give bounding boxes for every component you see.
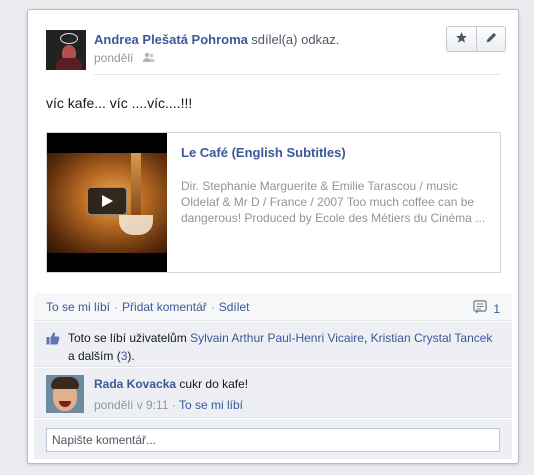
share-description: Dir. Stephanie Marguerite & Emilie Taras…	[181, 179, 486, 225]
commenter-name-link[interactable]: Rada Kovacka	[94, 377, 176, 391]
add-comment-link[interactable]: Přidat komentář	[122, 300, 207, 314]
comment-item: Rada Kovacka cukr do kafe! pondělí v 9:1…	[34, 368, 512, 418]
video-thumbnail[interactable]	[47, 133, 167, 272]
comment-text: cukr do kafe!	[179, 377, 249, 391]
comment-input[interactable]	[46, 428, 500, 452]
friends-audience-icon[interactable]	[142, 52, 155, 66]
share-body: Le Café (English Subtitles) Dir. Stephan…	[181, 145, 488, 226]
like-link[interactable]: To se mi líbí	[46, 300, 110, 314]
liker-link-2[interactable]: Kristian Crystal Tancek	[371, 331, 493, 345]
likes-prefix: Toto se líbí uživatelům	[68, 331, 187, 345]
likes-sentence: Toto se líbí uživatelům Sylvain Arthur P…	[34, 322, 512, 367]
share-link[interactable]: Sdílet	[219, 300, 250, 314]
comment-meta: pondělí v 9:11 · To se mi líbí	[94, 398, 244, 412]
reply-area	[34, 419, 512, 459]
headline: Andrea Plešatá Pohroma sdílel(a) odkaz.	[94, 32, 339, 47]
author-name-link[interactable]: Andrea Plešatá Pohroma	[94, 32, 248, 47]
play-icon[interactable]	[87, 187, 127, 215]
comment-timestamp[interactable]: pondělí v 9:11	[94, 398, 169, 412]
edit-button[interactable]	[476, 26, 506, 52]
star-icon	[455, 31, 468, 47]
share-title-link[interactable]: Le Café (English Subtitles)	[181, 145, 488, 160]
pencil-icon	[485, 31, 498, 47]
story-card: Andrea Plešatá Pohroma sdílel(a) odkaz. …	[27, 9, 519, 464]
story-meta: pondělí	[94, 51, 155, 66]
likes-and-others: a dalším	[68, 349, 114, 363]
others-count-link[interactable]: 3	[121, 349, 128, 363]
status-message: víc kafe... víc ....víc....!!!	[46, 95, 193, 111]
comment-like-link[interactable]: To se mi líbí	[179, 398, 243, 412]
comment-bubble-icon	[473, 300, 493, 317]
story-header-buttons	[446, 26, 506, 52]
story-header: Andrea Plešatá Pohroma sdílel(a) odkaz. …	[46, 26, 506, 74]
star-button[interactable]	[446, 26, 476, 52]
shared-link-attachment[interactable]: Le Café (English Subtitles) Dir. Stephan…	[46, 132, 501, 273]
story-timestamp[interactable]: pondělí	[94, 51, 133, 65]
story-actions-bar: To se mi líbí · Přidat komentář · Sdílet 1	[34, 293, 512, 321]
story-action-text: sdílel(a) odkaz.	[251, 32, 340, 47]
author-avatar[interactable]	[46, 30, 86, 70]
commenter-avatar[interactable]	[46, 375, 84, 413]
comment-body: Rada Kovacka cukr do kafe!	[94, 377, 248, 391]
comment-count-button[interactable]: 1	[473, 300, 500, 317]
thumbs-up-icon	[46, 331, 60, 350]
header-divider	[94, 74, 500, 75]
liker-link-1[interactable]: Sylvain Arthur Paul-Henri Vicaire	[190, 331, 364, 345]
comment-count: 1	[493, 301, 500, 316]
